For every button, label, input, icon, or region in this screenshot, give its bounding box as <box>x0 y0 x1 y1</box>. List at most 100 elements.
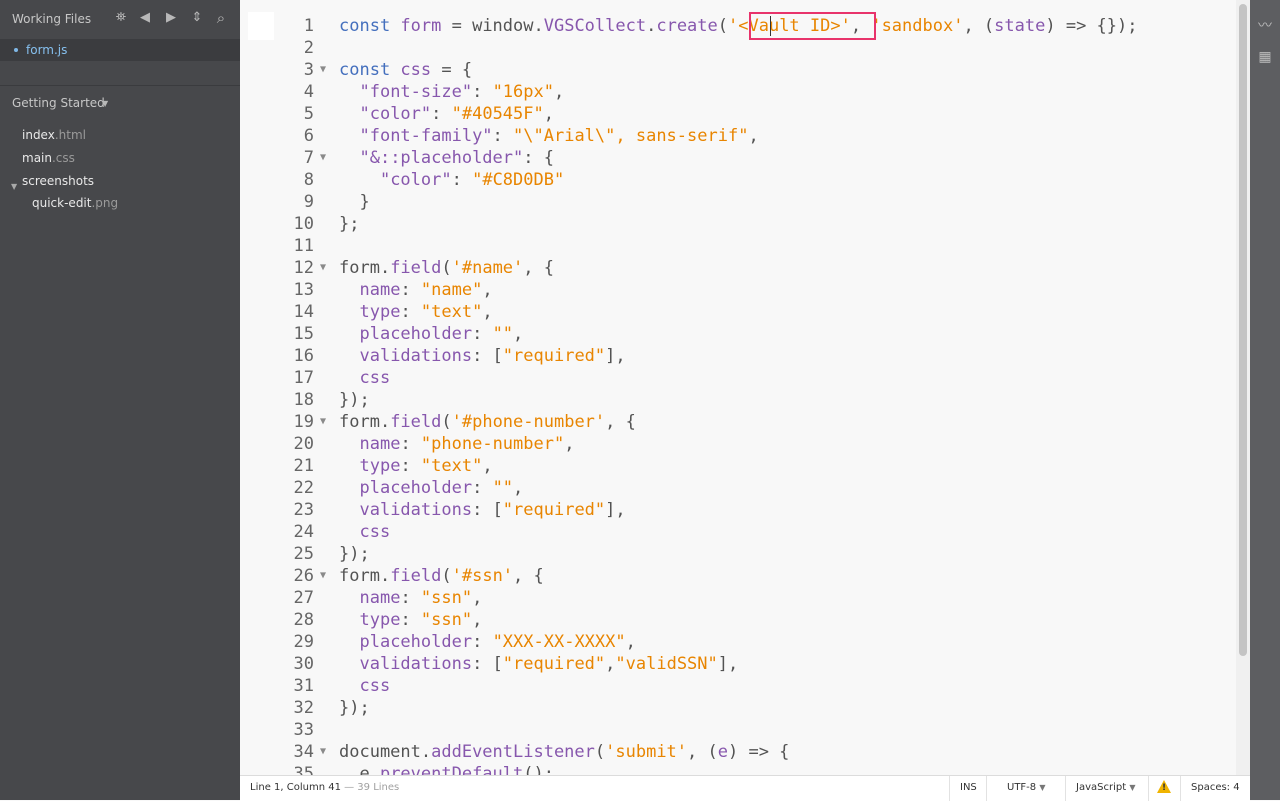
code-line[interactable]: 34 ▼ document.addEventListener('submit', (… <box>240 741 1236 763</box>
code-line[interactable]: 35 e.preventDefault(); <box>240 763 1236 775</box>
code-line[interactable]: 19 ▼ form.field('#phone-number', { <box>240 411 1236 433</box>
code-token: ], <box>717 654 739 674</box>
code-line[interactable]: 3 ▼ const css = { <box>240 59 1236 81</box>
chevron-down-icon: ▼ <box>1039 783 1046 792</box>
code-line[interactable]: 30 validations: ["required","validSSN"], <box>240 653 1236 675</box>
code-line[interactable]: 12 ▼ form.field('#name', { <box>240 257 1236 279</box>
code-line[interactable]: 26 ▼ form.field('#ssn', { <box>240 565 1236 587</box>
code-token: css <box>359 522 391 542</box>
code-token: "XXX-XX-XXXX" <box>492 632 626 652</box>
code-line[interactable]: 27 name: "ssn", <box>240 587 1236 609</box>
code-line[interactable]: 13 name: "name", <box>240 279 1236 301</box>
code-text: form.field('#name', { <box>339 257 554 279</box>
status-bar: Line 1, Column 41 — 39 Lines INS UTF-8 ▼… <box>240 775 1250 801</box>
code-line[interactable]: 16 validations: ["required"], <box>240 345 1236 367</box>
code-line[interactable]: 18}); <box>240 389 1236 411</box>
code-line[interactable]: 28 type: "ssn", <box>240 609 1236 631</box>
indent-setting[interactable]: Spaces: 4 <box>1191 782 1240 793</box>
fold-toggle-icon[interactable]: ▼ <box>320 59 332 81</box>
split-icon[interactable]: ⇕ <box>188 9 206 27</box>
tree-item-quick-edit[interactable]: quick-edit.png <box>32 196 118 216</box>
binoculars-icon[interactable]: ⛯ <box>112 9 130 27</box>
code-line[interactable]: 24 css <box>240 521 1236 543</box>
code-token: name <box>359 434 401 454</box>
fold-toggle-icon[interactable]: ▼ <box>320 147 332 169</box>
tree-item-index[interactable]: index.html <box>22 128 86 148</box>
live-preview-icon[interactable]: 〰 <box>1255 16 1275 36</box>
back-icon[interactable]: ◀ <box>136 9 154 27</box>
code-line[interactable]: 23 validations: ["required"], <box>240 499 1236 521</box>
code-text: form.field('#ssn', { <box>339 565 544 587</box>
code-line[interactable]: 11 <box>240 235 1236 257</box>
project-title[interactable]: Getting Started <box>12 96 105 110</box>
code-token: "color" <box>379 170 452 190</box>
code-token: : <box>472 632 493 652</box>
code-line[interactable]: 10}; <box>240 213 1236 235</box>
code-line[interactable]: 15 placeholder: "", <box>240 323 1236 345</box>
insert-mode[interactable]: INS <box>960 782 977 793</box>
tree-folder-screenshots[interactable]: screenshots <box>22 174 94 194</box>
fold-toggle-icon[interactable]: ▼ <box>320 411 332 433</box>
line-number: 6 <box>303 126 314 146</box>
code-line[interactable]: 17 css <box>240 367 1236 389</box>
code-line[interactable]: 5 "color": "#40545F", <box>240 103 1236 125</box>
code-line[interactable]: 2 <box>240 37 1236 59</box>
working-file-item[interactable]: form.js <box>0 39 240 61</box>
code-text: type: "text", <box>339 301 492 323</box>
code-line[interactable]: 8 "color": "#C8D0DB" <box>240 169 1236 191</box>
code-token: = window. <box>441 16 544 36</box>
search-icon[interactable]: ⌕ <box>212 9 230 27</box>
code-line[interactable]: 4 "font-size": "16px", <box>240 81 1236 103</box>
code-line[interactable]: 21 type: "text", <box>240 455 1236 477</box>
tree-item-ext: .css <box>51 151 75 165</box>
code-token: : <box>400 434 421 454</box>
code-text: document.addEventListener('submit', (e) … <box>339 741 789 763</box>
code-token: ( <box>441 412 452 432</box>
extensions-icon[interactable]: ▦ <box>1255 47 1275 67</box>
encoding-select[interactable]: UTF-8 ▼ <box>1007 782 1046 793</box>
code-token: const <box>339 16 401 36</box>
code-line[interactable]: 25}); <box>240 543 1236 565</box>
code-line[interactable]: 1 const form = window.VGSCollect.create('… <box>240 15 1236 37</box>
code-editor[interactable]: 1 const form = window.VGSCollect.create('… <box>240 0 1236 775</box>
code-line[interactable]: 20 name: "phone-number", <box>240 433 1236 455</box>
line-number: 34 <box>293 742 314 762</box>
tree-item-main[interactable]: main.css <box>22 151 75 171</box>
code-line[interactable]: 7 ▼ "&::placeholder": { <box>240 147 1236 169</box>
code-text: "font-size": "16px", <box>339 81 564 103</box>
code-token: validations <box>359 500 473 520</box>
fold-toggle-icon[interactable]: ▼ <box>320 257 332 279</box>
code-token: : [ <box>472 654 503 674</box>
forward-icon[interactable]: ▶ <box>162 9 180 27</box>
fold-toggle-icon[interactable]: ▼ <box>320 565 332 587</box>
line-number: 4 <box>303 82 314 102</box>
code-line[interactable]: 14 type: "text", <box>240 301 1236 323</box>
scrollbar-thumb[interactable] <box>1239 4 1247 656</box>
chevron-down-icon[interactable]: ▼ <box>102 99 108 108</box>
code-line[interactable]: 9 } <box>240 191 1236 213</box>
code-line[interactable]: 33 <box>240 719 1236 741</box>
code-line[interactable]: 32}); <box>240 697 1236 719</box>
code-token: : <box>472 478 493 498</box>
code-token: : <box>472 82 493 102</box>
code-token: , <box>513 478 524 498</box>
code-token: "color" <box>359 104 432 124</box>
code-line[interactable]: 6 "font-family": "\"Arial\", sans-serif"… <box>240 125 1236 147</box>
code-text: "font-family": "\"Arial\", sans-serif", <box>339 125 758 147</box>
folder-expanded-icon[interactable]: ▼ <box>11 182 17 191</box>
language-select[interactable]: JavaScript ▼ <box>1076 782 1135 793</box>
code-line[interactable]: 29 placeholder: "XXX-XX-XXXX", <box>240 631 1236 653</box>
code-line[interactable]: 22 placeholder: "", <box>240 477 1236 499</box>
code-line[interactable]: 31 css <box>240 675 1236 697</box>
fold-toggle-icon[interactable]: ▼ <box>320 741 332 763</box>
code-text: placeholder: "", <box>339 477 523 499</box>
code-token: ( <box>717 16 729 36</box>
tree-item-name: quick-edit <box>32 196 92 210</box>
line-number: 14 <box>293 302 314 322</box>
